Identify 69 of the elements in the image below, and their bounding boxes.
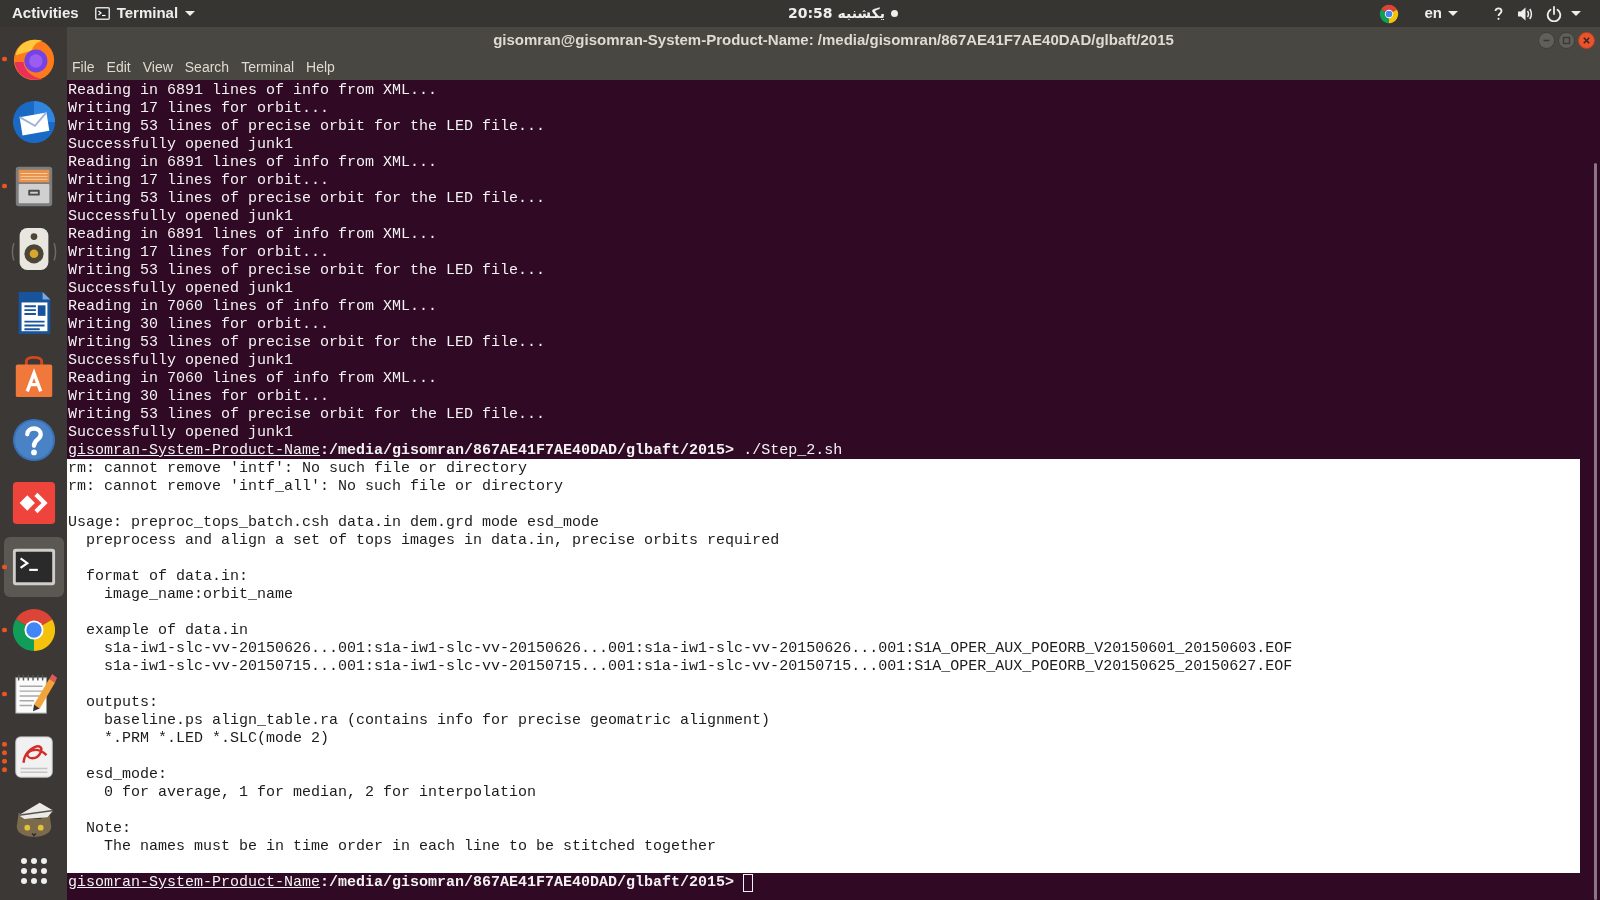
caret-icon[interactable] — [1571, 11, 1581, 16]
terminal-text: rm: cannot remove 'intf': No such file or directory — [68, 461, 528, 477]
terminal-text: Reading in 6891 lines of info from XML... — [68, 155, 438, 171]
terminal-text: rm: cannot remove 'intf_all': No such file or directory — [68, 479, 564, 495]
terminal-text: The names must be in time order in each line to be stitched together — [104, 839, 717, 855]
terminal-text: Successfully opened junk1 — [68, 281, 294, 297]
mail-icon — [10, 99, 57, 146]
caret-icon — [1448, 11, 1458, 16]
terminal-text: preprocess and align a set of tops images in data.in, precise orbits required — [86, 533, 780, 549]
terminal-text: Writing 17 lines for orbit... — [68, 173, 330, 189]
terminal-text: esd_mode: — [86, 767, 168, 783]
menu-item[interactable]: Help — [306, 58, 335, 76]
terminal-text: Writing 53 lines of precise orbit for the LED file... — [68, 191, 546, 207]
command-text: ./Step_2.sh — [743, 443, 843, 459]
terminal-text: Successfully opened junk1 — [68, 209, 294, 225]
terminal-text: Successfully opened junk1 — [68, 353, 294, 369]
scrollbar-thumb[interactable] — [1594, 163, 1597, 900]
terminal-text: Writing 17 lines for orbit... — [68, 101, 330, 117]
close-button[interactable] — [1578, 32, 1595, 49]
power-icon[interactable] — [1546, 5, 1562, 22]
terminal-text: Writing 30 lines for orbit... — [68, 317, 330, 333]
terminal-text: outputs: — [86, 695, 159, 711]
prompt-path: :/media/gisomran/867AE41F7AE40DAD/glbaft/2015> — [320, 443, 735, 459]
speaker-icon — [10, 226, 57, 273]
menu-item[interactable]: Edit — [106, 58, 131, 76]
terminal-text: baseline.ps align_table.ra (contains info for precise geomatric alignment) — [104, 713, 771, 729]
terminal-text: Writing 53 lines of precise orbit for the LED file... — [68, 407, 546, 423]
tricolor-circle-icon — [10, 607, 57, 654]
prompt-host: gisomran-System-Product-Name — [68, 443, 321, 459]
terminal-text: Reading in 7060 lines of info from XML... — [68, 299, 438, 315]
terminal-text: Writing 53 lines of precise orbit for the LED file... — [68, 119, 546, 135]
terminal-icon — [94, 7, 110, 20]
clock-button[interactable]: 20:58 یکشنبه — [788, 0, 898, 27]
activities-button[interactable]: Activities — [0, 0, 91, 27]
caret-icon — [185, 11, 196, 16]
terminal-text: s1a-iw1-slc-vv-20150626...001:s1a-iw1-slc-vv-20150626...001:s1a-iw1-slc-vv-20150626...001:S1A_OPER_AUX_POEORB_V20150601_20150603.EOF — [104, 641, 1293, 657]
terminal-text: format of data.in: — [86, 569, 249, 585]
terminal-text: Reading in 7060 lines of info from XML... — [68, 371, 438, 387]
terminal-text: Usage: preproc_tops_batch.csh data.in dem.grd mode esd_mode — [68, 515, 600, 531]
help-icon — [10, 416, 57, 463]
tricolor-circle-icon[interactable] — [1379, 3, 1400, 24]
prompt-path: :/media/gisomran/867AE41F7AE40DAD/glbaft/2015> — [320, 875, 735, 891]
terminal-text: s1a-iw1-slc-vv-20150715...001:s1a-iw1-slc-vv-20150715...001:s1a-iw1-slc-vv-20150715...001:S1A_OPER_AUX_POEORB_V20150625_20150627.EOF — [104, 659, 1293, 675]
prompt-host: gisomran-System-Product-Name — [68, 875, 321, 891]
terminal-text: 0 for average, 1 for median, 2 for interpolation — [104, 785, 537, 801]
question-icon[interactable] — [1494, 7, 1503, 20]
menu-item[interactable]: Search — [184, 58, 230, 76]
terminal-text: Reading in 6891 lines of info from XML... — [68, 83, 438, 99]
terminal-text: Writing 30 lines for orbit... — [68, 389, 330, 405]
terminal-text: image_name:orbit_name — [104, 587, 294, 603]
menu-item[interactable]: View — [142, 58, 173, 76]
app-menu-button[interactable]: Terminal — [90, 0, 204, 27]
terminal-text: Writing 17 lines for orbit... — [68, 245, 330, 261]
menu-item[interactable]: File — [72, 58, 95, 76]
terminal-text: Successfully opened junk1 — [68, 137, 294, 153]
menu-item[interactable]: Terminal — [241, 58, 295, 76]
language-button[interactable]: en — [1424, 0, 1458, 27]
terminal-text: Writing 53 lines of precise orbit for the LED file... — [68, 335, 546, 351]
volume-icon[interactable] — [1517, 5, 1533, 22]
dock-app-button[interactable] — [3, 536, 64, 597]
terminal-text: Reading in 6891 lines of info from XML... — [68, 227, 438, 243]
diamond-tile-icon — [10, 480, 57, 527]
app-grid-icon[interactable] — [20, 857, 47, 884]
terminal-text: Writing 53 lines of precise orbit for the LED file... — [68, 263, 546, 279]
terminal-text: Successfully opened junk1 — [68, 425, 294, 441]
terminal-text: Note: — [86, 821, 132, 837]
terminal-text: *.PRM *.LED *.SLC(mode 2) — [104, 731, 330, 747]
terminal-text: example of data.in — [86, 623, 249, 639]
window-title: gisomran@gisomran-System-Product-Name: /media/gisomran/867AE41F7AE40DAD/glbaft/2015 — [493, 30, 1174, 51]
